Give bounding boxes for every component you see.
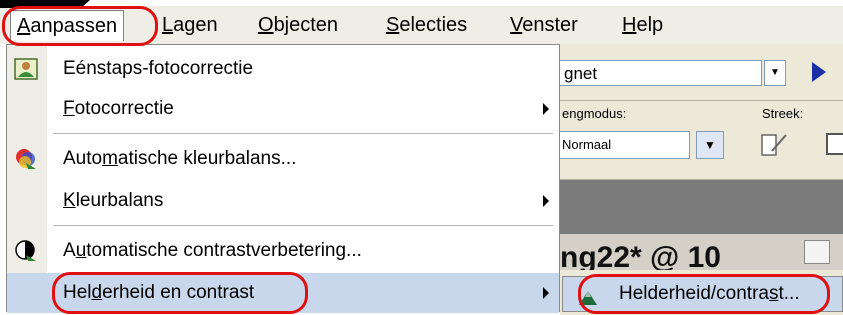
annotation-circle-submenu-item bbox=[578, 274, 830, 314]
menu-item-auto-color-balance[interactable]: Automatische kleurbalans... bbox=[7, 139, 559, 179]
annotation-circle-menu bbox=[2, 6, 158, 46]
stroke-label: Streek: bbox=[762, 106, 804, 121]
workspace bbox=[560, 180, 843, 234]
submenu-arrow-icon bbox=[543, 287, 549, 299]
menu-item-one-step-photo-fix[interactable]: Eénstaps-fotocorrectie bbox=[7, 49, 559, 89]
menu-lagen[interactable]: Lagen bbox=[156, 10, 224, 40]
contrast-icon bbox=[15, 240, 36, 261]
menu-selecties[interactable]: Selecties bbox=[380, 10, 473, 40]
minimize-button[interactable] bbox=[804, 240, 830, 264]
menu-separator bbox=[53, 133, 553, 134]
stroke-pen-icon[interactable] bbox=[756, 129, 790, 159]
play-icon[interactable] bbox=[812, 62, 826, 82]
chevron-down-icon[interactable]: ▼ bbox=[696, 131, 724, 159]
font-combo-dropdown-button[interactable]: ▼ bbox=[764, 60, 786, 86]
submenu-arrow-icon bbox=[543, 103, 549, 115]
menu-help[interactable]: Help bbox=[616, 10, 669, 40]
submenu-arrow-icon bbox=[543, 195, 549, 207]
menu-venster[interactable]: Venster bbox=[504, 10, 584, 40]
menu-separator bbox=[53, 225, 553, 226]
menu-item-auto-contrast[interactable]: Automatische contrastverbetering... bbox=[7, 231, 559, 271]
stroke-color-box[interactable] bbox=[826, 133, 843, 155]
annotation-circle-menu-item bbox=[52, 272, 308, 314]
merge-mode-label: engmodus: bbox=[562, 106, 627, 121]
menu-item-photo-correction[interactable]: Fotocorrectie bbox=[7, 89, 559, 129]
menu-objecten[interactable]: Objecten bbox=[252, 10, 344, 40]
menu-item-color-balance[interactable]: Kleurbalans bbox=[7, 181, 559, 221]
document-title: ng22* @ 10 bbox=[560, 241, 721, 270]
font-combo[interactable]: gnet bbox=[560, 60, 762, 86]
photo-correction-icon bbox=[14, 58, 38, 80]
merge-mode-select[interactable]: Normaal bbox=[560, 131, 690, 159]
color-balance-icon bbox=[16, 149, 36, 169]
